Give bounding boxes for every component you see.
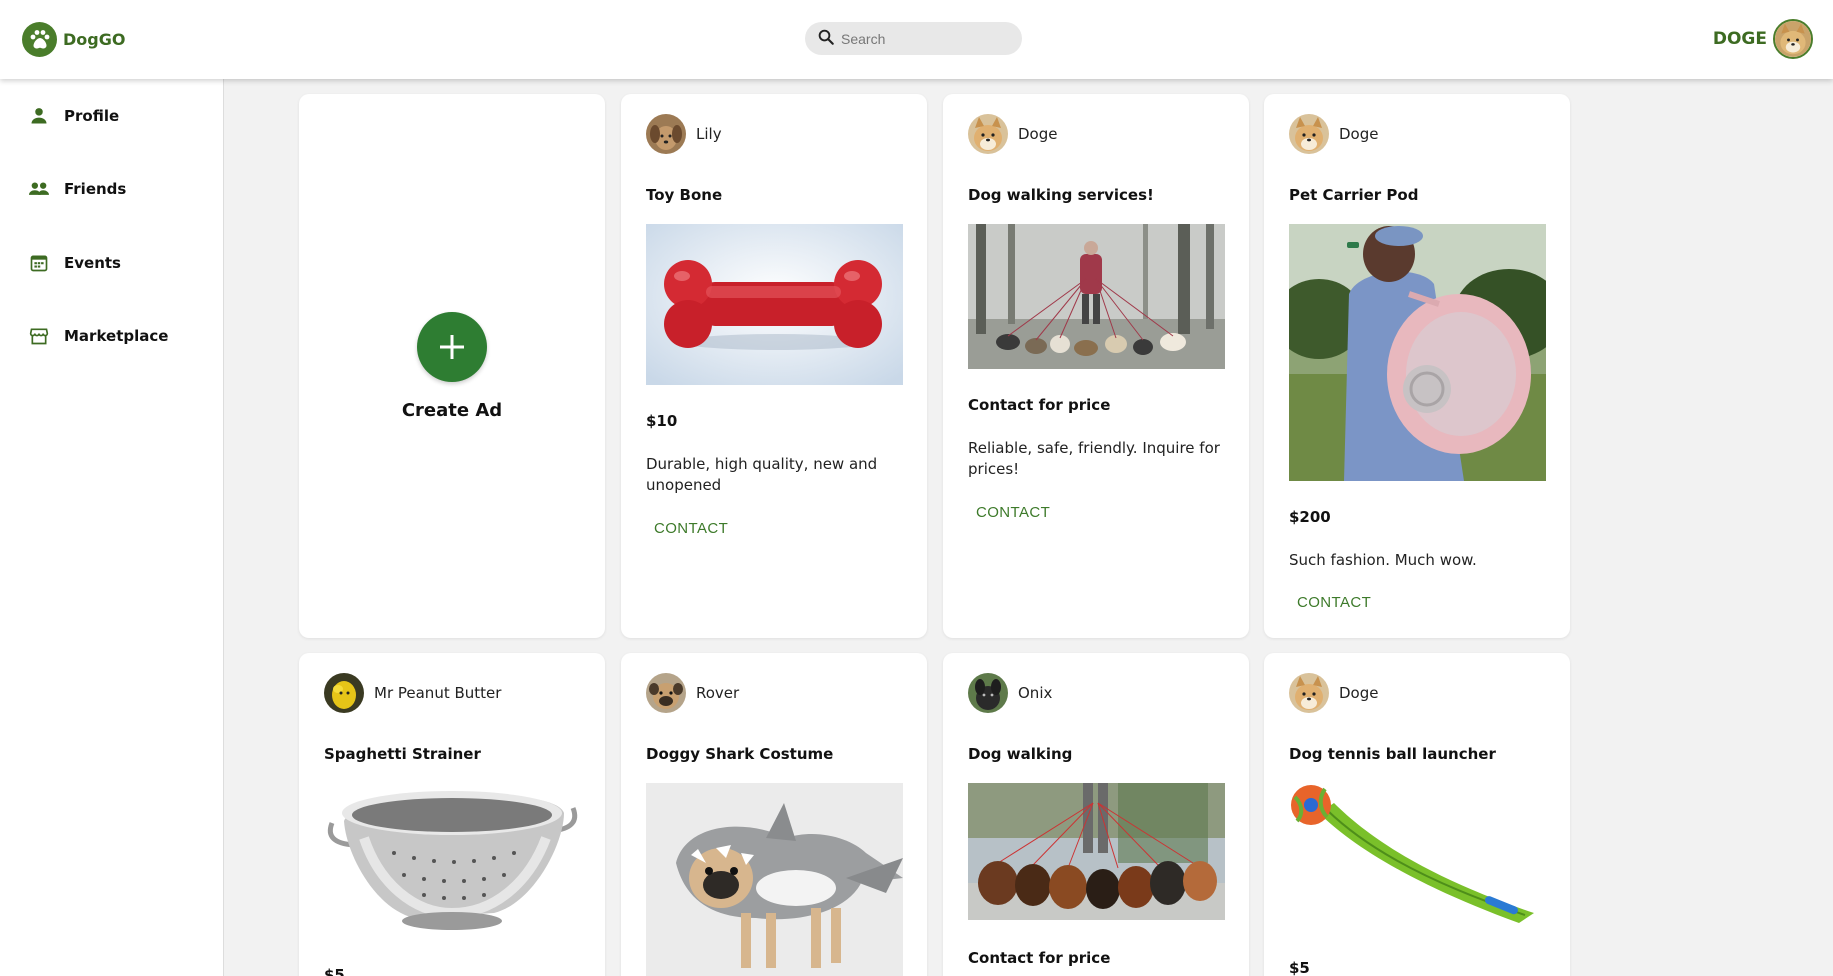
ad-author-name: Mr Peanut Butter — [374, 684, 502, 702]
contact-button[interactable]: CONTACT — [654, 520, 728, 537]
ad-price: Contact for price — [968, 396, 1111, 414]
calendar-icon — [28, 252, 50, 274]
sidebar-item-label: Marketplace — [64, 327, 169, 345]
sidebar-item-label: Profile — [64, 107, 120, 125]
paw-icon — [22, 22, 57, 57]
people-icon — [28, 178, 50, 200]
ad-description: Reliable, safe, friendly. Inquire for pr… — [968, 439, 1220, 478]
contact-button[interactable]: CONTACT — [976, 504, 1050, 521]
ad-image — [968, 224, 1225, 369]
ad-author-name: Doge — [1339, 125, 1379, 143]
ad-card: Doge Dog walking services! Contact for p… — [943, 94, 1249, 638]
ad-price: $5 — [1289, 959, 1310, 976]
ad-price: Contact for price — [968, 949, 1111, 967]
ad-author[interactable]: Onix — [968, 673, 1052, 713]
ad-author[interactable]: Mr Peanut Butter — [324, 673, 501, 713]
ad-description: Durable, high quality, new and unopened — [646, 455, 878, 494]
ad-card: Rover Doggy Shark Costume — [621, 653, 927, 976]
ad-card: Mr Peanut Butter Spaghetti Strainer $5 — [299, 653, 605, 976]
ad-image — [1289, 783, 1546, 933]
avatar — [1289, 114, 1329, 154]
avatar — [1289, 673, 1329, 713]
person-icon — [28, 105, 50, 127]
avatar — [324, 673, 364, 713]
ad-author[interactable]: Doge — [1289, 114, 1378, 154]
sidebar-item-label: Events — [64, 254, 121, 272]
search-icon — [817, 28, 835, 50]
ad-card: Doge Pet Carrier Pod $200 Such fashion. … — [1264, 94, 1570, 638]
sidebar: Profile Friends Events Marketplace — [0, 79, 224, 976]
ad-title: Doggy Shark Costume — [646, 745, 834, 763]
ad-author-name: Onix — [1018, 684, 1053, 702]
ad-image — [968, 783, 1225, 920]
ad-title: Dog walking services! — [968, 186, 1154, 204]
create-ad-label: Create Ad — [401, 399, 503, 421]
ad-image — [1289, 224, 1546, 481]
ad-card: Lily Toy Bone $10 Durable, high quality,… — [621, 94, 927, 638]
ad-author-name: Rover — [696, 684, 740, 702]
ad-price: $200 — [1289, 508, 1331, 526]
search-input[interactable] — [841, 30, 1001, 47]
ad-price: $10 — [646, 412, 678, 430]
ad-image — [324, 783, 581, 933]
ad-title: Pet Carrier Pod — [1289, 186, 1419, 204]
top-bar: DogGO DOGE — [0, 0, 1833, 79]
avatar — [968, 673, 1008, 713]
plus-icon — [440, 334, 464, 359]
create-ad-card[interactable]: Create Ad — [299, 94, 605, 638]
user-menu[interactable]: DOGE — [1713, 19, 1813, 59]
ad-image — [646, 224, 903, 385]
avatar — [646, 673, 686, 713]
ad-author[interactable]: Rover — [646, 673, 739, 713]
ad-author-name: Doge — [1339, 684, 1379, 702]
sidebar-item-label: Friends — [64, 180, 127, 198]
storefront-icon — [28, 325, 50, 347]
avatar — [646, 114, 686, 154]
sidebar-item-marketplace[interactable]: Marketplace — [28, 325, 168, 347]
ad-image — [646, 783, 903, 976]
user-avatar[interactable] — [1773, 19, 1813, 59]
ad-author[interactable]: Doge — [1289, 673, 1378, 713]
avatar — [968, 114, 1008, 154]
ad-price: $5 — [324, 966, 345, 976]
app-logo[interactable]: DogGO — [22, 22, 125, 57]
ad-title: Dog walking — [968, 745, 1073, 763]
ad-author-name: Doge — [1018, 125, 1058, 143]
ad-title: Toy Bone — [646, 186, 723, 204]
ad-title: Spaghetti Strainer — [324, 745, 481, 763]
sidebar-item-events[interactable]: Events — [28, 252, 121, 274]
ad-author[interactable]: Lily — [646, 114, 722, 154]
sidebar-item-profile[interactable]: Profile — [28, 105, 119, 127]
ad-author[interactable]: Doge — [968, 114, 1057, 154]
ad-author-name: Lily — [696, 125, 722, 143]
ad-card: Doge Dog tennis ball launcher $5 — [1264, 653, 1570, 976]
create-ad-button[interactable] — [417, 311, 487, 382]
user-name: DOGE — [1712, 29, 1767, 49]
ad-card: Onix Dog walking Contact for price — [943, 653, 1249, 976]
app-name: DogGO — [63, 30, 126, 49]
sidebar-item-friends[interactable]: Friends — [28, 178, 126, 200]
contact-button[interactable]: CONTACT — [1297, 594, 1371, 611]
ad-description: Such fashion. Much wow. — [1289, 551, 1477, 569]
search-bar[interactable] — [805, 22, 1022, 55]
ad-title: Dog tennis ball launcher — [1289, 745, 1496, 763]
